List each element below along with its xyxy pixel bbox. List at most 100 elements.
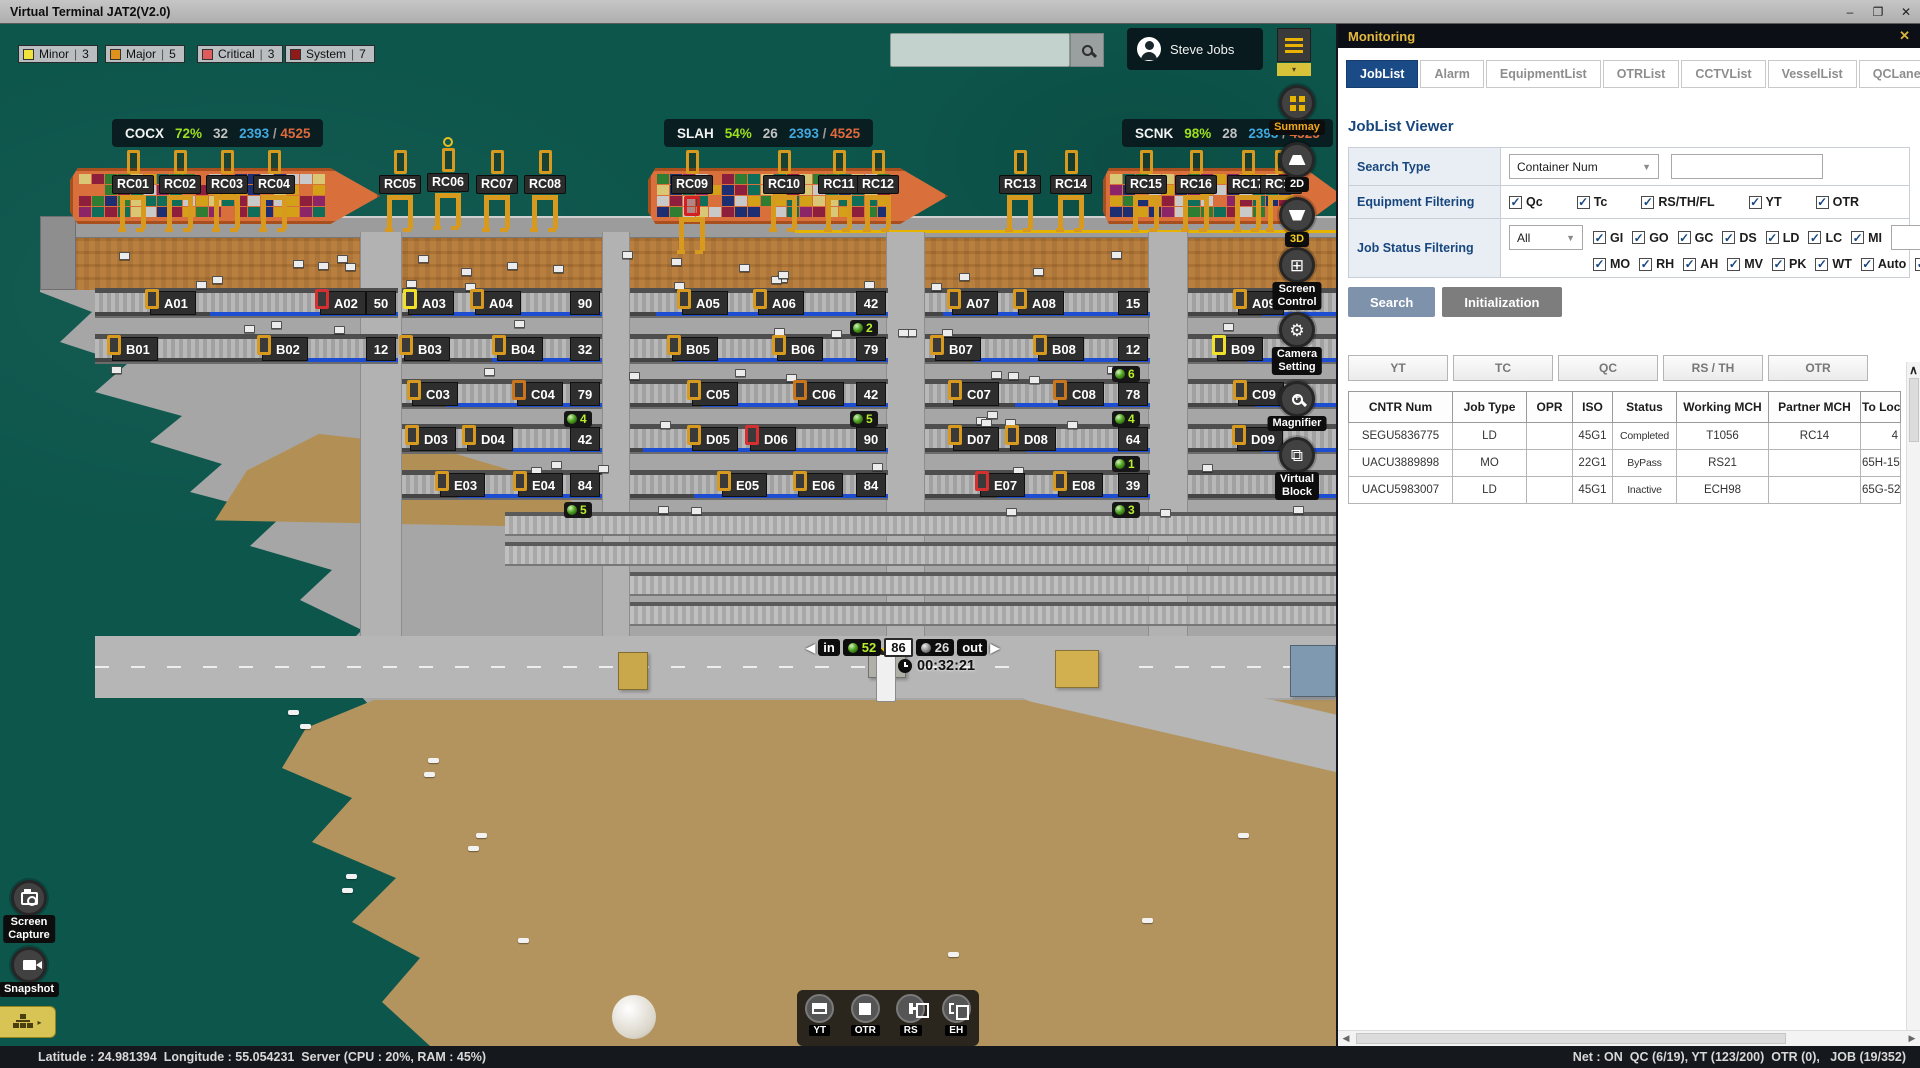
job-checkbox-ds[interactable]: ✓DS — [1722, 231, 1756, 245]
subtab-qc[interactable]: QC — [1558, 355, 1658, 381]
rs-filter-button[interactable] — [896, 994, 925, 1023]
crane-label[interactable]: RC05 — [379, 175, 421, 194]
job-checkbox-munual[interactable]: ✓Munual — [1915, 257, 1920, 271]
crane-label[interactable]: RC14 — [1050, 175, 1092, 194]
quay-crane-rc13[interactable]: RC13 — [1000, 150, 1040, 229]
tab-equipmentlist[interactable]: EquipmentList — [1486, 60, 1601, 88]
yard-block-a03[interactable]: A03 — [408, 291, 454, 315]
yard-block-b04[interactable]: B04 — [497, 337, 543, 361]
tab-joblist[interactable]: JobList — [1346, 60, 1418, 88]
bottom-tool-yt[interactable]: YT — [800, 994, 840, 1036]
quay-crane-rc02[interactable]: RC02 — [160, 150, 200, 229]
alert-badge-critical[interactable]: Critical|3 — [197, 45, 283, 63]
camera-setting-button[interactable]: ⚙ — [1279, 312, 1315, 348]
yard-block-a01[interactable]: A01 — [150, 291, 196, 315]
column-header-job-type[interactable]: Job Type — [1453, 392, 1527, 423]
quay-crane-rc08[interactable]: RC08 — [525, 150, 565, 229]
yard-block-b09[interactable]: B09 — [1217, 337, 1263, 361]
tab-otrlist[interactable]: OTRList — [1603, 60, 1680, 88]
vessel-status-slah[interactable]: SLAH54%262393 / 4525 — [664, 119, 873, 147]
job-checkbox-gc[interactable]: ✓GC — [1678, 231, 1714, 245]
yard-block-e06[interactable]: E06 — [798, 473, 843, 497]
yard-block-d03[interactable]: D03 — [410, 427, 456, 451]
gate-arrow-left-icon[interactable]: ◀ — [806, 641, 815, 655]
search-button-panel[interactable]: Search — [1348, 287, 1435, 317]
job-checkbox-rh[interactable]: ✓RH — [1639, 257, 1674, 271]
yard-block-c08[interactable]: C08 — [1058, 382, 1104, 406]
yard-block-c06[interactable]: C06 — [798, 382, 844, 406]
yard-block-a07[interactable]: A07 — [952, 291, 998, 315]
snapshot-button[interactable] — [11, 947, 47, 983]
yard-block-d06[interactable]: D06 — [750, 427, 796, 451]
subtab-otr[interactable]: OTR — [1768, 355, 1868, 381]
yard-block-e03[interactable]: E03 — [440, 473, 485, 497]
tab-vessellist[interactable]: VesselList — [1768, 60, 1857, 88]
tab-qclane-assignment[interactable]: QCLane Assignment — [1859, 60, 1920, 88]
crane-label[interactable]: RC06 — [427, 173, 469, 192]
bottom-tool-eh[interactable]: EH — [936, 994, 976, 1036]
horizontal-scroll-thumb[interactable] — [1356, 1033, 1786, 1044]
crane-label[interactable]: RC03 — [206, 175, 248, 194]
yard-block-b06[interactable]: B06 — [777, 337, 823, 361]
yard-block-a05[interactable]: A05 — [682, 291, 728, 315]
quay-crane-rc03[interactable]: RC03 — [207, 150, 247, 229]
bottom-tool-otr[interactable]: OTR — [845, 994, 885, 1036]
yard-block-d08[interactable]: D08 — [1010, 427, 1056, 451]
job-checkbox-go[interactable]: ✓GO — [1632, 231, 1668, 245]
job-checkbox-lc[interactable]: ✓LC — [1808, 231, 1842, 245]
summary-button[interactable] — [1279, 85, 1315, 121]
yard-block-e07[interactable]: E07 — [980, 473, 1025, 497]
crane-label[interactable]: RC15 — [1125, 175, 1167, 194]
crane-label[interactable]: RC07 — [476, 175, 518, 194]
layout-tree-tab[interactable]: ▸ — [0, 1006, 56, 1038]
crane-label[interactable]: RC08 — [524, 175, 566, 194]
alert-badge-minor[interactable]: Minor|3 — [18, 45, 98, 63]
column-header-to-loca[interactable]: To Loca — [1861, 392, 1901, 423]
gate-arrow-right-icon[interactable]: ▶ — [990, 641, 999, 655]
job-checkbox-pk[interactable]: ✓PK — [1772, 257, 1806, 271]
job-checkbox-mo[interactable]: ✓MO — [1593, 257, 1630, 271]
yard-block-c04[interactable]: C04 — [517, 382, 563, 406]
screen-capture-button[interactable] — [11, 880, 47, 916]
yard-block-b08[interactable]: B08 — [1038, 337, 1084, 361]
quay-crane-rc07[interactable]: RC07 — [477, 150, 517, 229]
alert-badge-major[interactable]: Major|5 — [105, 45, 185, 63]
table-row[interactable]: UACU5983007LD45G1InactiveECH9865G-52 — [1349, 477, 1901, 504]
column-header-opr[interactable]: OPR — [1527, 392, 1573, 423]
terminal-map[interactable]: A01A0250A03A0490A05A06422A07A0815A09B01B… — [0, 0, 1336, 1046]
crane-label[interactable]: RC11 — [818, 175, 859, 194]
equipment-checkbox-qc[interactable]: ✓Qc — [1509, 195, 1543, 209]
minimize-button[interactable]: – — [1836, 0, 1864, 23]
equipment-checkbox-otr[interactable]: ✓OTR — [1816, 195, 1859, 209]
yard-block-e08[interactable]: E08 — [1058, 473, 1103, 497]
yard-block-c05[interactable]: C05 — [692, 382, 738, 406]
tab-alarm[interactable]: Alarm — [1420, 60, 1483, 88]
column-header-working-mch[interactable]: Working MCH — [1677, 392, 1769, 423]
yard-block-d04[interactable]: D04 — [467, 427, 513, 451]
column-header-status[interactable]: Status — [1613, 392, 1677, 423]
crane-label[interactable]: RC12 — [857, 175, 899, 194]
scroll-right-icon[interactable]: ▶ — [1904, 1033, 1920, 1044]
search-button[interactable] — [1070, 33, 1104, 67]
quay-crane-rc12[interactable]: RC12 — [858, 150, 898, 229]
subtab-rsth[interactable]: RS / TH — [1663, 355, 1763, 381]
subtab-tc[interactable]: TC — [1453, 355, 1553, 381]
table-row[interactable]: UACU3889898MO22G1ByPassRS2165H-15 — [1349, 450, 1901, 477]
search-value-input[interactable] — [1671, 154, 1823, 179]
job-checkbox-wt[interactable]: ✓WT — [1815, 257, 1851, 271]
quay-crane-rc14[interactable]: RC14 — [1051, 150, 1091, 229]
magnifier-button[interactable] — [1279, 381, 1315, 417]
alert-badge-system[interactable]: System|7 — [285, 45, 375, 63]
yard-block-c03[interactable]: C03 — [412, 382, 458, 406]
job-checkbox-gi[interactable]: ✓GI — [1593, 231, 1623, 245]
3d-button[interactable] — [1279, 197, 1315, 233]
crane-label[interactable]: RC04 — [253, 175, 295, 194]
yard-block-c09[interactable]: C09 — [1238, 382, 1284, 406]
yard-block-a08[interactable]: A08 — [1018, 291, 1064, 315]
yt-filter-button[interactable] — [805, 994, 834, 1023]
column-header-cntr-num[interactable]: CNTR Num — [1349, 392, 1453, 423]
yard-block-b02[interactable]: B02 — [262, 337, 308, 361]
subtab-yt[interactable]: YT — [1348, 355, 1448, 381]
panel-close-icon[interactable]: ✕ — [1899, 28, 1910, 44]
job-status-select[interactable]: All ▼ — [1509, 225, 1583, 250]
